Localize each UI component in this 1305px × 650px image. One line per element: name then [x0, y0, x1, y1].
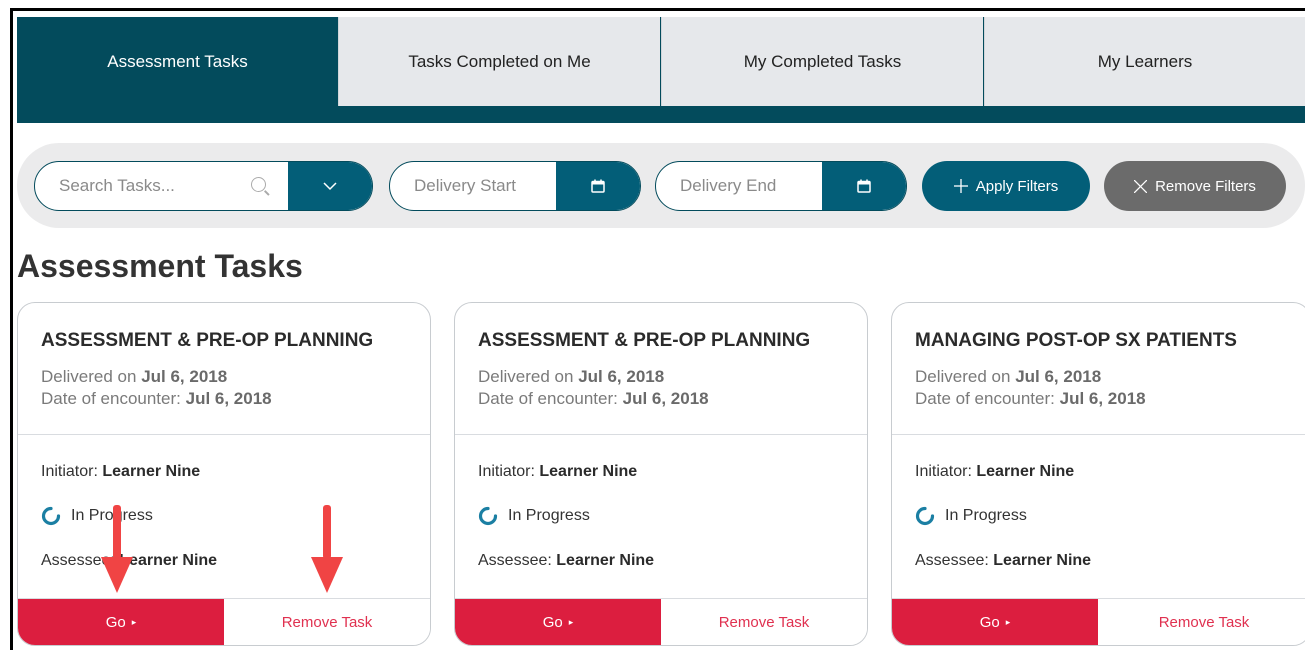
remove-task-button[interactable]: Remove Task [661, 599, 867, 645]
initiator-label: Initiator: [41, 463, 98, 480]
apply-filters-button[interactable]: Apply Filters [922, 161, 1090, 211]
delivery-start-group [389, 161, 641, 211]
go-button[interactable]: Go ▸ [18, 599, 224, 645]
task-card: MANAGING POST-OP SX PATIENTS Delivered o… [891, 302, 1305, 646]
caret-right-icon: ▸ [568, 616, 574, 627]
apply-filters-label: Apply Filters [975, 177, 1059, 195]
task-card: ASSESSMENT & PRE-OP PLANNING Delivered o… [17, 302, 431, 646]
go-button[interactable]: Go ▸ [892, 599, 1098, 645]
assessee-name: Learner Nine [119, 552, 218, 569]
delivered-on: Delivered on Jul 6, 2018 [915, 367, 1101, 387]
encounter-date: Jul 6, 2018 [185, 389, 272, 408]
page-title: Assessment Tasks [17, 248, 303, 284]
assessee-label: Assessee: [915, 552, 989, 569]
task-card: ASSESSMENT & PRE-OP PLANNING Delivered o… [454, 302, 868, 646]
annotation-arrow-icon [101, 505, 133, 593]
remove-task-button[interactable]: Remove Task [224, 599, 430, 645]
assessee-name: Learner Nine [556, 552, 655, 569]
delivered-date: Jul 6, 2018 [141, 367, 228, 386]
search-dropdown-button[interactable] [288, 162, 372, 210]
delivery-end-field-wrap [656, 162, 822, 210]
encounter-label: Date of encounter: [41, 389, 181, 408]
tab-tasks-completed-on-me[interactable]: Tasks Completed on Me [338, 17, 660, 106]
initiator-name: Learner Nine [976, 463, 1075, 480]
calendar-icon [857, 179, 871, 193]
tab-my-completed-tasks[interactable]: My Completed Tasks [661, 17, 983, 106]
task-card-actions: Go ▸ Remove Task [455, 598, 867, 645]
delivered-label: Delivered on [41, 367, 137, 386]
task-title: ASSESSMENT & PRE-OP PLANNING [41, 330, 374, 351]
status: In Progress [41, 506, 153, 526]
remove-filters-label: Remove Filters [1155, 177, 1256, 195]
task-card-header: ASSESSMENT & PRE-OP PLANNING Delivered o… [455, 303, 867, 435]
delivery-end-calendar-button[interactable] [822, 162, 906, 210]
task-card-header: MANAGING POST-OP SX PATIENTS Delivered o… [892, 303, 1305, 435]
status-label: In Progress [945, 507, 1027, 524]
tab-assessment-tasks[interactable]: Assessment Tasks [17, 17, 338, 106]
remove-filters-button[interactable]: Remove Filters [1104, 161, 1286, 211]
caret-right-icon: ▸ [1005, 616, 1011, 627]
go-label: Go [979, 613, 1000, 631]
chevron-down-icon [323, 181, 337, 190]
plus-icon [953, 179, 968, 193]
task-card-actions: Go ▸ Remove Task [892, 598, 1305, 645]
tab-my-learners[interactable]: My Learners [984, 17, 1305, 106]
assessee: Assessee: Learner Nine [915, 552, 1091, 570]
in-progress-icon [41, 506, 61, 526]
date-of-encounter: Date of encounter: Jul 6, 2018 [41, 389, 272, 409]
delivered-on: Delivered on Jul 6, 2018 [41, 367, 227, 387]
delivery-end-input[interactable] [678, 175, 822, 197]
date-of-encounter: Date of encounter: Jul 6, 2018 [915, 389, 1146, 409]
search-icon [251, 177, 266, 192]
initiator: Initiator: Learner Nine [915, 463, 1074, 481]
in-progress-icon [915, 506, 935, 526]
encounter-label: Date of encounter: [478, 389, 618, 408]
task-card-header: ASSESSMENT & PRE-OP PLANNING Delivered o… [18, 303, 430, 435]
calendar-icon [591, 179, 605, 193]
encounter-label: Date of encounter: [915, 389, 1055, 408]
delivery-end-group [655, 161, 907, 211]
task-card-actions: Go ▸ Remove Task [18, 598, 430, 645]
search-field-wrap [35, 162, 288, 210]
search-group [34, 161, 373, 211]
delivery-start-calendar-button[interactable] [556, 162, 640, 210]
initiator-name: Learner Nine [102, 463, 201, 480]
in-progress-icon [478, 506, 498, 526]
go-button[interactable]: Go ▸ [455, 599, 661, 645]
delivered-label: Delivered on [915, 367, 1011, 386]
assessee-name: Learner Nine [993, 552, 1092, 569]
status: In Progress [915, 506, 1027, 526]
remove-task-button[interactable]: Remove Task [1098, 599, 1305, 645]
status-label: In Progress [508, 507, 590, 524]
close-icon [1134, 179, 1148, 193]
annotation-arrow-icon [311, 505, 343, 593]
initiator-name: Learner Nine [539, 463, 638, 480]
initiator-label: Initiator: [915, 463, 972, 480]
tab-bar: Assessment Tasks Tasks Completed on Me M… [17, 17, 1305, 123]
encounter-date: Jul 6, 2018 [1059, 389, 1146, 408]
initiator: Initiator: Learner Nine [478, 463, 637, 481]
delivered-date: Jul 6, 2018 [578, 367, 665, 386]
assessee-label: Assessee: [478, 552, 552, 569]
encounter-date: Jul 6, 2018 [622, 389, 709, 408]
delivered-date: Jul 6, 2018 [1015, 367, 1102, 386]
delivered-on: Delivered on Jul 6, 2018 [478, 367, 664, 387]
go-label: Go [105, 613, 126, 631]
task-title: ASSESSMENT & PRE-OP PLANNING [478, 330, 811, 351]
initiator-label: Initiator: [478, 463, 535, 480]
caret-right-icon: ▸ [131, 616, 137, 627]
task-title: MANAGING POST-OP SX PATIENTS [915, 330, 1237, 351]
filter-bar: Apply Filters Remove Filters [17, 143, 1305, 228]
status: In Progress [478, 506, 590, 526]
assessee: Assessee: Learner Nine [478, 552, 654, 570]
delivered-label: Delivered on [478, 367, 574, 386]
go-label: Go [542, 613, 563, 631]
initiator: Initiator: Learner Nine [41, 463, 200, 481]
delivery-start-input[interactable] [412, 175, 556, 197]
date-of-encounter: Date of encounter: Jul 6, 2018 [478, 389, 709, 409]
delivery-start-field-wrap [390, 162, 556, 210]
